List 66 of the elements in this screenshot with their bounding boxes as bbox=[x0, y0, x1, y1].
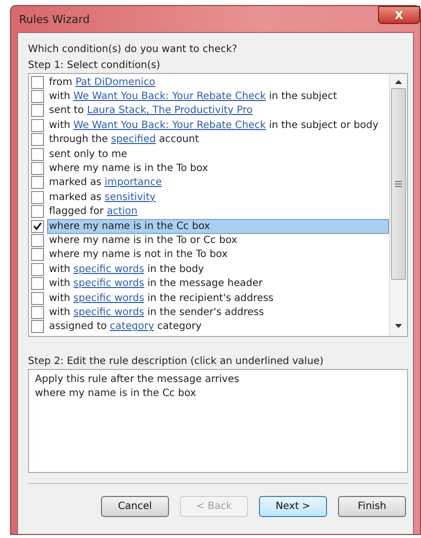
checkmark-icon bbox=[33, 222, 42, 230]
checkbox[interactable] bbox=[31, 262, 44, 276]
condition-item[interactable]: assigned to category category bbox=[47, 319, 389, 334]
checkbox[interactable] bbox=[31, 176, 44, 190]
condition-link[interactable]: action bbox=[106, 206, 138, 218]
condition-item[interactable]: with We Want You Back: Your Rebate Check in the subject or body bbox=[47, 118, 389, 133]
grip-icon bbox=[395, 181, 402, 187]
checkbox[interactable] bbox=[31, 190, 44, 204]
wizard-button[interactable]: Cancel bbox=[101, 496, 169, 517]
condition-link[interactable]: category bbox=[110, 321, 154, 332]
condition-link[interactable]: specified bbox=[111, 134, 156, 146]
condition-item[interactable]: with specific words in the message header bbox=[47, 276, 389, 292]
condition-item[interactable]: where my name is not in the To box bbox=[47, 247, 389, 262]
checkbox[interactable] bbox=[31, 220, 44, 233]
condition-item[interactable]: where my name is in the To or Cc box bbox=[47, 233, 389, 248]
condition-item[interactable]: with We Want You Back: Your Rebate Check in the subject bbox=[47, 89, 389, 104]
wizard-button[interactable]: Next > bbox=[259, 496, 327, 517]
scroll-thumb[interactable] bbox=[391, 88, 406, 280]
checkbox[interactable] bbox=[31, 162, 44, 176]
condition-item[interactable]: where my name is in the Cc box bbox=[47, 218, 389, 234]
condition-link[interactable]: We Want You Back: Your Rebate Check bbox=[73, 120, 266, 131]
condition-link[interactable]: specific words bbox=[73, 292, 144, 304]
checkbox[interactable] bbox=[31, 306, 44, 319]
checkbox[interactable] bbox=[31, 148, 44, 161]
scrollbar[interactable] bbox=[389, 74, 407, 336]
checkbox[interactable] bbox=[31, 76, 44, 89]
scroll-down-icon[interactable] bbox=[395, 324, 402, 328]
checkbox[interactable] bbox=[31, 277, 44, 290]
wizard-button[interactable]: Finish bbox=[338, 496, 406, 517]
condition-link[interactable]: We Want You Back: Your Rebate Check bbox=[73, 91, 266, 102]
checkbox[interactable] bbox=[31, 133, 44, 146]
condition-item[interactable]: sent only to me bbox=[47, 146, 389, 162]
condition-link[interactable]: importance bbox=[104, 177, 162, 188]
condition-item[interactable]: where my name is in the To box bbox=[47, 161, 389, 176]
close-button[interactable]: X bbox=[378, 6, 420, 24]
condition-item[interactable]: through the specified account bbox=[47, 132, 389, 148]
step-label: Step 1: Select condition(s) bbox=[28, 60, 162, 71]
condition-link[interactable]: Laura Stack, The Productivity Pro bbox=[87, 105, 253, 116]
checkbox[interactable] bbox=[31, 320, 44, 334]
checkbox[interactable] bbox=[31, 205, 44, 218]
condition-link[interactable]: specific words bbox=[73, 264, 144, 275]
step-label: Step 2: Edit the rule description (click an underlined value) bbox=[28, 356, 324, 367]
window-title: Rules Wizard bbox=[19, 12, 90, 26]
condition-link[interactable]: specific words bbox=[73, 306, 144, 318]
checkbox[interactable] bbox=[31, 90, 44, 104]
prompt-text: Which condition(s) do you want to check? bbox=[28, 44, 238, 55]
condition-item[interactable]: marked as importance bbox=[47, 175, 389, 190]
description-box[interactable]: Apply this rule after the message arrives where my name is in the Cc box bbox=[28, 369, 408, 473]
checkbox[interactable] bbox=[31, 104, 44, 118]
condition-link[interactable]: sensitivity bbox=[104, 192, 156, 203]
condition-item[interactable]: with specific words in the body bbox=[47, 262, 389, 277]
checkbox[interactable] bbox=[31, 292, 44, 305]
condition-item[interactable]: flagged for action bbox=[47, 204, 389, 220]
condition-item[interactable]: from Pat DiDomenico bbox=[47, 74, 389, 90]
description-line: Apply this rule after the message arrives bbox=[35, 373, 240, 387]
checkbox[interactable] bbox=[31, 234, 44, 247]
description-line: where my name is in the Cc box bbox=[35, 387, 198, 401]
condition-item[interactable]: with specific words in the recipient's address bbox=[47, 290, 389, 306]
checkbox[interactable] bbox=[31, 248, 44, 262]
condition-link[interactable]: Pat DiDomenico bbox=[75, 76, 156, 88]
condition-item[interactable]: sent to Laura Stack, The Productivity Pro bbox=[47, 103, 389, 118]
checkbox[interactable] bbox=[31, 118, 44, 132]
scroll-up-icon[interactable] bbox=[395, 80, 402, 84]
condition-item[interactable]: with specific words in the sender's address bbox=[47, 304, 389, 320]
condition-link[interactable]: specific words bbox=[73, 278, 144, 290]
condition-item[interactable]: marked as sensitivity bbox=[47, 190, 389, 205]
